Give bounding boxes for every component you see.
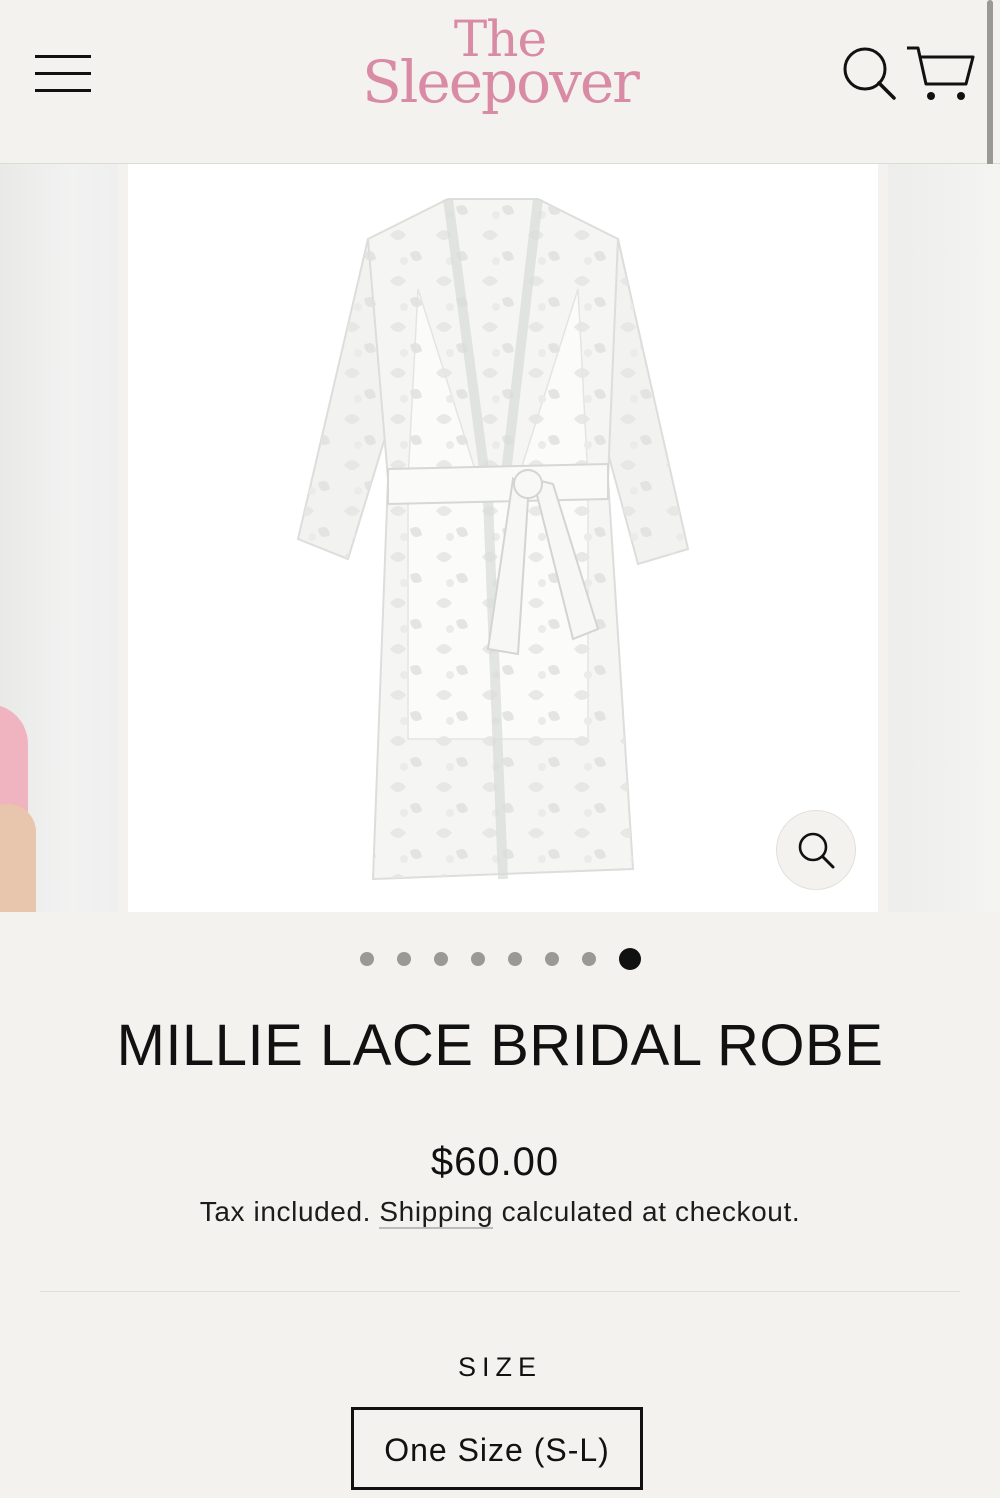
zoom-icon xyxy=(798,832,835,869)
tax-note-prefix: Tax included. xyxy=(199,1196,372,1227)
tax-note-suffix: calculated at checkout. xyxy=(501,1196,801,1227)
product-image-gallery[interactable] xyxy=(0,164,1000,912)
robe-illustration xyxy=(296,198,690,881)
gallery-pagination xyxy=(360,948,660,970)
size-label: SIZE xyxy=(457,1352,542,1382)
shipping-link[interactable]: Shipping xyxy=(379,1196,494,1229)
product-price: $60.00 xyxy=(430,1140,560,1184)
pagination-dot[interactable] xyxy=(397,952,411,966)
tax-shipping-note: Tax included. Shipping calculated at che… xyxy=(0,1196,1000,1229)
product-image[interactable] xyxy=(128,164,878,912)
site-logo[interactable]: The Sleepover xyxy=(350,14,650,116)
pagination-dot[interactable] xyxy=(471,952,485,966)
pagination-dot-active[interactable] xyxy=(619,948,641,970)
size-option-button[interactable]: One Size (S-L) xyxy=(351,1407,643,1490)
pagination-dot[interactable] xyxy=(508,952,522,966)
pagination-dot[interactable] xyxy=(360,952,374,966)
product-title: MILLIE LACE BRIDAL ROBE xyxy=(116,1013,884,1078)
cart-icon[interactable] xyxy=(904,40,976,106)
previous-slide-image[interactable] xyxy=(0,164,118,912)
search-icon[interactable] xyxy=(840,44,898,102)
logo-line-2: Sleepover xyxy=(362,48,640,116)
site-header: The Sleepover xyxy=(0,0,1000,164)
next-slide-image[interactable] xyxy=(888,164,1000,912)
hamburger-menu-icon[interactable] xyxy=(33,52,93,96)
pagination-dot[interactable] xyxy=(582,952,596,966)
zoom-button[interactable] xyxy=(776,810,856,890)
pagination-dot[interactable] xyxy=(434,952,448,966)
pagination-dot[interactable] xyxy=(545,952,559,966)
section-divider xyxy=(40,1291,960,1292)
